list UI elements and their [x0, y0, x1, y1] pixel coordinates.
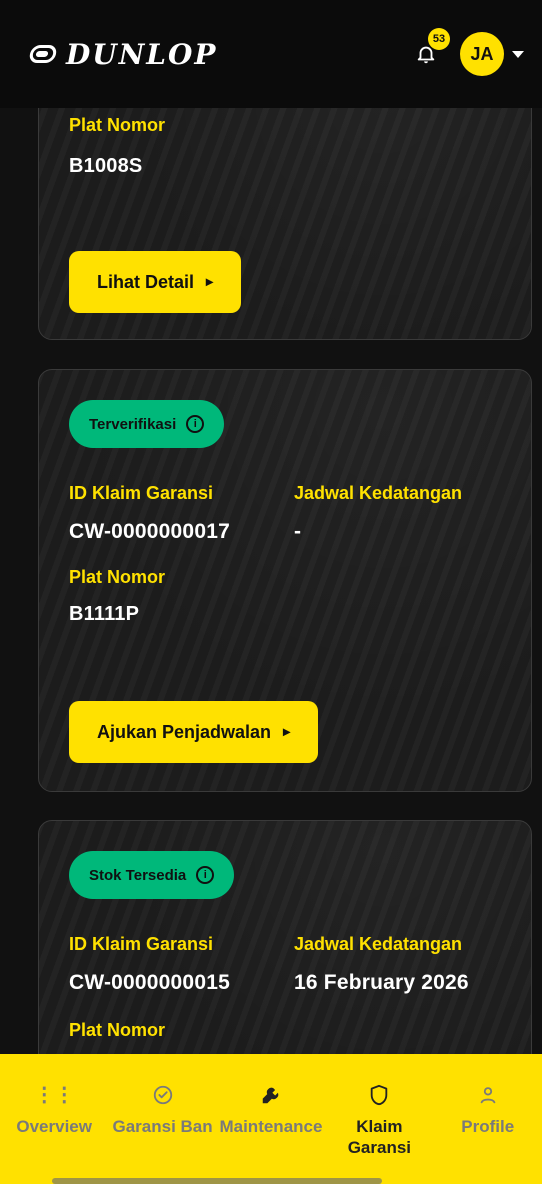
bottom-navigation: ⋮⋮ Overview Garansi Ban Maintenance Klai… — [0, 1054, 542, 1184]
chevron-right-icon: ▸ — [283, 722, 291, 739]
status-badge: Terverifikasi i — [69, 400, 225, 448]
nav-item-overview[interactable]: ⋮⋮ Overview — [0, 1082, 108, 1137]
plate-value: B1111P — [69, 603, 140, 625]
chevron-right-icon: ▸ — [206, 272, 214, 289]
claim-card: Terverifikasi i ID Klaim Garansi Jadwal … — [38, 369, 532, 792]
dunlop-logo-mark — [28, 45, 58, 63]
nav-item-profile[interactable]: Profile — [434, 1082, 542, 1137]
logo-text: DUNLOP — [66, 37, 218, 71]
arrival-schedule-label: Jadwal Kedatangan — [294, 483, 463, 503]
nav-item-garansi-ban[interactable]: Garansi Ban — [109, 1082, 217, 1137]
status-text: Terverifikasi — [89, 415, 177, 433]
notifications-button[interactable]: 53 — [410, 28, 450, 70]
nav-item-label: Profile — [461, 1117, 515, 1136]
nav-item-maintenance[interactable]: Maintenance — [217, 1082, 325, 1137]
info-icon[interactable]: i — [196, 866, 215, 884]
claim-id-label: ID Klaim Garansi — [69, 934, 214, 954]
request-schedule-button[interactable]: Ajukan Penjadwalan ▸ — [69, 701, 319, 763]
status-badge: Stok Tersedia i — [69, 851, 235, 899]
view-detail-label: Lihat Detail — [97, 271, 195, 292]
nav-item-label: Klaim Garansi — [347, 1117, 412, 1158]
plate-label: Plat Nomor — [69, 567, 166, 587]
request-schedule-label: Ajukan Penjadwalan — [97, 721, 272, 742]
claim-card: Plat Nomor B1008S Lihat Detail ▸ — [38, 108, 532, 340]
claim-id-label: ID Klaim Garansi — [69, 483, 214, 503]
view-detail-button[interactable]: Lihat Detail ▸ — [69, 251, 242, 313]
claim-card: Stok Tersedia i ID Klaim Garansi Jadwal … — [38, 820, 532, 1054]
wrench-icon — [260, 1082, 282, 1108]
plate-label: Plat Nomor — [69, 1020, 166, 1040]
plate-label: Plat Nomor — [69, 115, 166, 135]
arrival-schedule-value: - — [294, 520, 302, 543]
arrival-schedule-label: Jadwal Kedatangan — [294, 934, 463, 954]
nav-item-label: Overview — [16, 1117, 92, 1136]
grid-icon: ⋮⋮ — [34, 1084, 75, 1106]
check-circle-icon — [152, 1082, 174, 1108]
dunlop-logo[interactable]: DUNLOP — [28, 37, 218, 71]
nav-item-klaim-garansi[interactable]: Klaim Garansi — [325, 1082, 433, 1159]
shield-icon — [368, 1082, 390, 1108]
user-icon — [477, 1082, 499, 1108]
nav-item-label: Garansi Ban — [112, 1117, 213, 1136]
plate-value: B1008S — [69, 155, 143, 177]
app-header: DUNLOP 53 JA — [0, 0, 542, 108]
account-menu[interactable]: JA — [460, 32, 524, 76]
avatar[interactable]: JA — [460, 32, 504, 76]
arrival-schedule-value: 16 February 2026 — [294, 971, 469, 994]
status-text: Stok Tersedia — [89, 866, 187, 884]
claim-id-value: CW-0000000017 — [69, 520, 230, 543]
notifications-badge: 53 — [428, 28, 450, 50]
claim-id-value: CW-0000000015 — [69, 971, 230, 994]
nav-item-label: Maintenance — [219, 1117, 323, 1136]
claims-list: Plat Nomor B1008S Lihat Detail ▸ Terveri… — [0, 108, 542, 1054]
chevron-down-icon[interactable] — [512, 50, 524, 58]
info-icon[interactable]: i — [186, 415, 205, 433]
horizontal-scrollbar[interactable] — [52, 1178, 382, 1184]
header-actions: 53 JA — [410, 28, 524, 76]
